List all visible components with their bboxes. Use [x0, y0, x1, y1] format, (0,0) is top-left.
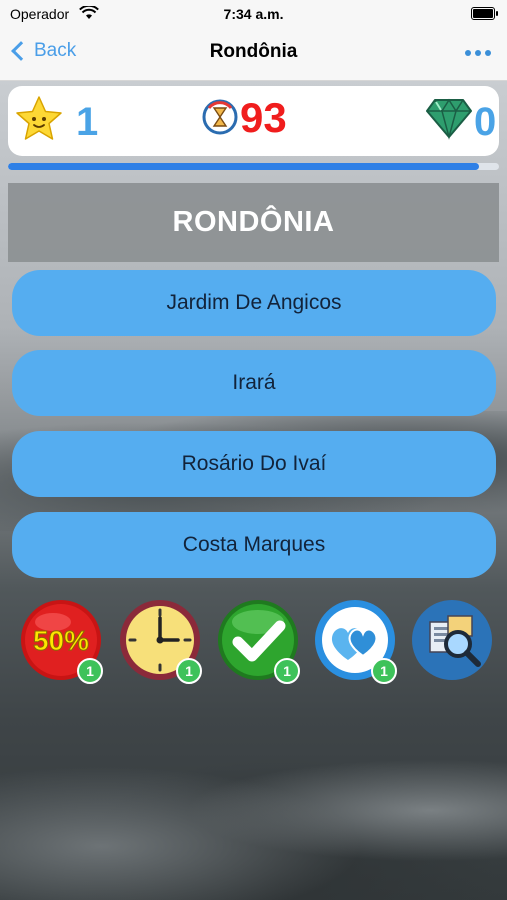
clock: 7:34 a.m.	[223, 6, 284, 22]
powerup-extra-life-button[interactable]: 1	[313, 598, 397, 684]
more-dot-icon	[475, 50, 481, 56]
question-banner: RONDÔNIA	[8, 183, 499, 262]
emerald-gem-icon	[426, 98, 472, 140]
timer-count: 93	[240, 94, 287, 141]
time-progress-bar	[8, 163, 499, 170]
question-text: RONDÔNIA	[172, 206, 335, 238]
answer-label: Jardim De Angicos	[166, 291, 342, 314]
answer-option-4[interactable]: Costa Marques	[12, 512, 496, 578]
more-dot-icon	[485, 50, 491, 56]
powerup-count-badge: 1	[176, 658, 202, 684]
answer-option-1[interactable]: Jardim De Angicos	[12, 270, 496, 336]
answer-option-3[interactable]: Rosário Do Ivaí	[12, 431, 496, 497]
score-panel: 1 93 0	[8, 86, 499, 156]
magnifier-document-icon	[412, 600, 492, 680]
powerup-count-badge: 1	[371, 658, 397, 684]
powerup-count-badge: 1	[77, 658, 103, 684]
hourglass-timer-icon	[202, 99, 238, 135]
gems-count: 0	[474, 100, 497, 144]
navigation-bar: Back Rondônia	[0, 28, 507, 81]
powerup-search-hint-button[interactable]	[410, 598, 494, 682]
answer-label: Costa Marques	[182, 533, 326, 556]
stars-count: 1	[76, 100, 99, 144]
answer-label: Rosário Do Ivaí	[181, 452, 327, 475]
powerup-extra-time-button[interactable]: 1	[118, 598, 202, 684]
powerup-count-badge: 1	[274, 658, 300, 684]
page-title: Rondônia	[209, 41, 298, 62]
fifty-percent-label: 50%	[33, 625, 89, 656]
more-dot-icon	[465, 50, 471, 56]
powerup-fifty-fifty-button[interactable]: 50% 1	[19, 598, 103, 684]
status-bar: Operador 7:34 a.m.	[0, 0, 507, 28]
more-options-button[interactable]	[465, 50, 491, 56]
progress-fill	[8, 163, 480, 170]
powerup-correct-answer-button[interactable]: 1	[216, 598, 300, 684]
answer-label: Irará	[232, 371, 276, 394]
battery-icon	[471, 7, 498, 20]
answer-option-2[interactable]: Irará	[12, 350, 496, 416]
star-icon	[16, 96, 62, 140]
